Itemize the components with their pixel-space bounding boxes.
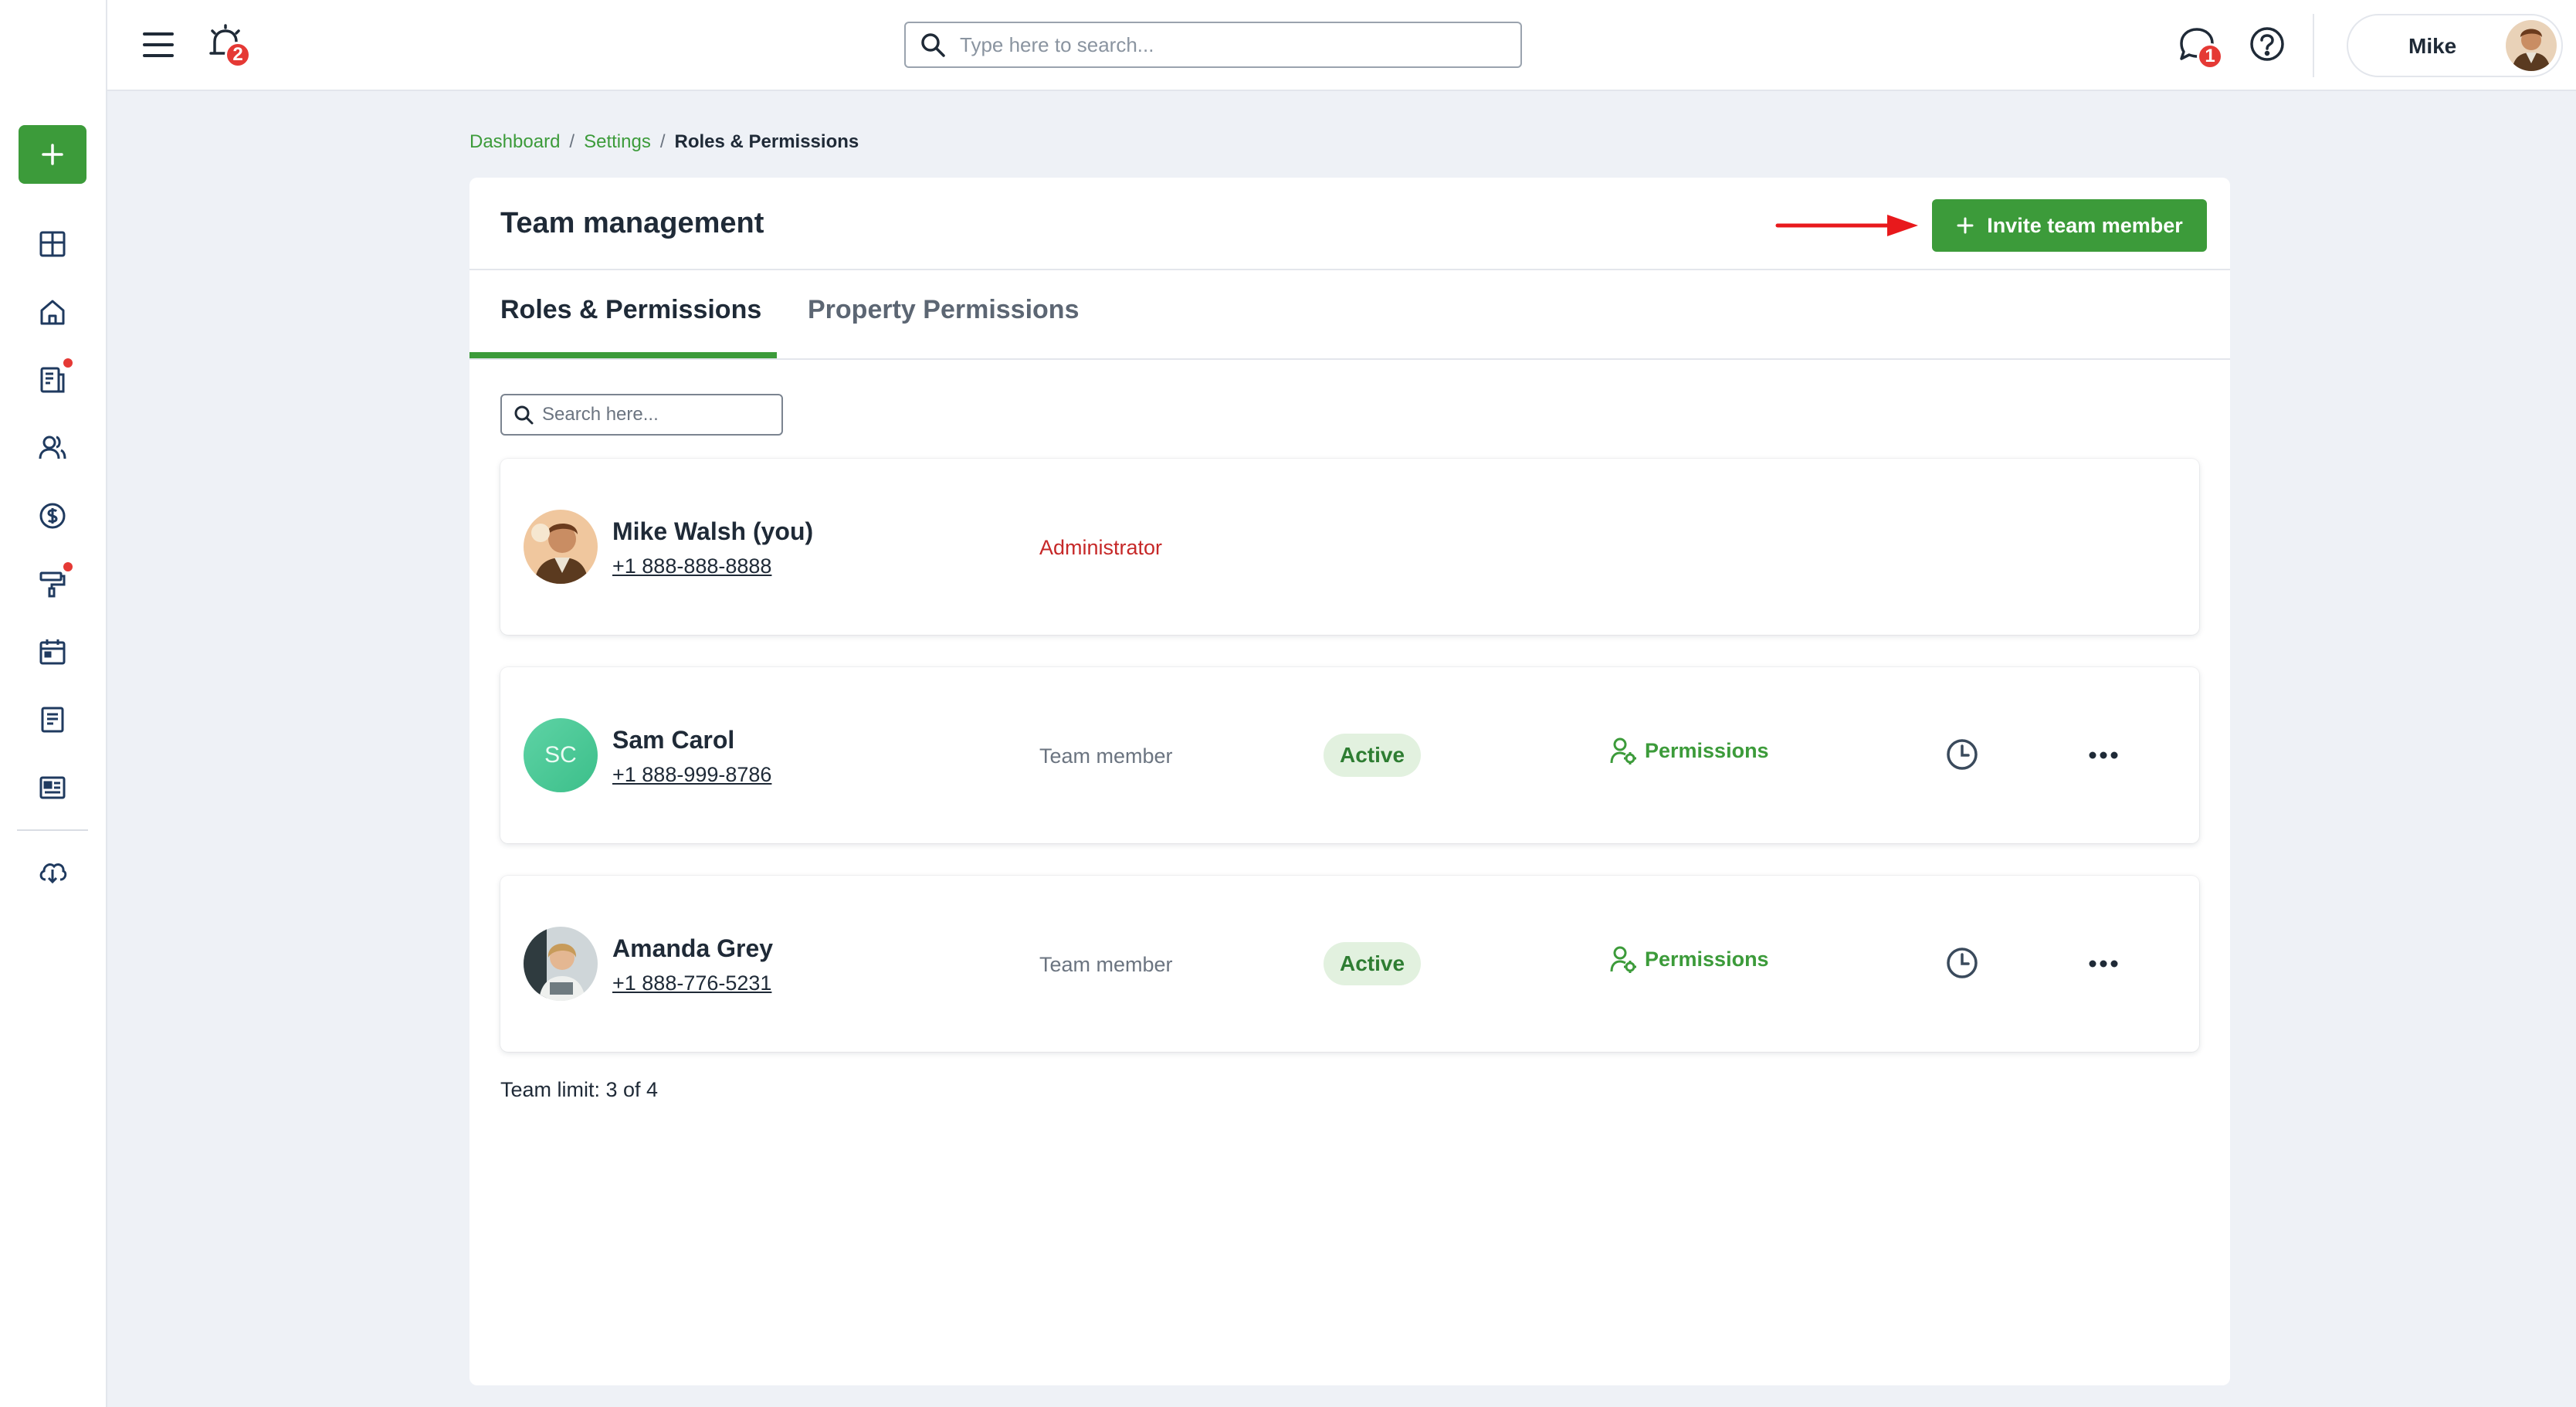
more-actions-button[interactable]	[2086, 948, 2120, 979]
sidebar-item-properties[interactable]	[34, 293, 71, 331]
history-button[interactable]	[1944, 945, 1980, 981]
member-name: Sam Carol	[612, 726, 735, 754]
active-tab-indicator	[469, 352, 777, 358]
history-button[interactable]	[1944, 737, 1980, 772]
breadcrumb-settings[interactable]: Settings	[584, 131, 651, 153]
member-phone-link[interactable]: +1 888-776-5231	[612, 971, 771, 995]
sidebar-item-maintenance[interactable]	[34, 562, 73, 602]
member-phone-link[interactable]: +1 888-999-8786	[612, 763, 771, 787]
user-settings-icon	[1610, 946, 1636, 973]
plus-icon	[1957, 217, 1974, 234]
sidebar	[0, 0, 107, 1407]
red-arrow-annotation	[1775, 215, 1918, 236]
document-icon	[41, 707, 64, 733]
user-avatar	[2506, 20, 2557, 71]
sidebar-item-accounting[interactable]	[34, 497, 71, 534]
sidebar-divider	[17, 829, 88, 831]
sidebar-item-people[interactable]	[34, 429, 71, 466]
search-icon	[514, 405, 534, 425]
avatar	[524, 510, 598, 584]
invite-button-label: Invite team member	[1987, 213, 2183, 237]
report-icon	[40, 367, 65, 393]
tab-property-permissions[interactable]: Property Permissions	[808, 295, 1079, 325]
permissions-link[interactable]: Permissions	[1609, 732, 1769, 769]
member-role: Team member	[1039, 744, 1173, 768]
team-member-row: Mike Walsh (you) +1 888-888-8888 Adminis…	[500, 459, 2199, 635]
team-member-row: Amanda Grey +1 888-776-5231 Team member …	[500, 876, 2199, 1052]
menu-button[interactable]	[141, 28, 175, 62]
maintenance-icon	[39, 571, 66, 598]
sidebar-item-dashboard[interactable]	[34, 225, 71, 263]
tabs-divider	[469, 358, 2230, 360]
global-search-input[interactable]	[960, 32, 1500, 57]
top-bar: 2 1 Mike	[107, 0, 2576, 91]
user-menu[interactable]: Mike	[2347, 14, 2563, 77]
notification-dot	[63, 562, 73, 571]
sidebar-item-listings[interactable]	[34, 769, 71, 806]
breadcrumb-current: Roles & Permissions	[674, 131, 859, 152]
status-badge: Active	[1324, 942, 1421, 985]
user-name: Mike	[2408, 34, 2457, 58]
layout-icon	[39, 231, 66, 257]
dollar-icon	[39, 503, 66, 529]
messages-button[interactable]: 1	[2177, 25, 2223, 70]
member-search[interactable]	[500, 394, 783, 436]
avatar-initials: SC	[524, 718, 598, 792]
plus-icon	[42, 144, 63, 165]
hamburger-icon	[143, 32, 174, 57]
users-icon	[39, 436, 66, 459]
member-role: Team member	[1039, 953, 1173, 976]
sidebar-item-calendar[interactable]	[34, 633, 71, 670]
home-icon	[40, 300, 65, 325]
tab-roles-permissions[interactable]: Roles & Permissions	[500, 295, 761, 325]
member-search-input[interactable]	[542, 404, 781, 425]
messages-badge: 1	[2197, 43, 2223, 70]
more-horizontal-icon	[2089, 960, 2118, 968]
notifications-button[interactable]: 2	[208, 23, 251, 68]
sidebar-item-documents[interactable]	[34, 701, 71, 738]
member-name: Amanda Grey	[612, 934, 774, 962]
add-new-button[interactable]	[19, 125, 86, 184]
notification-dot	[63, 358, 73, 368]
user-settings-icon	[1610, 737, 1636, 765]
more-actions-button[interactable]	[2086, 740, 2120, 771]
sidebar-item-reports[interactable]	[34, 358, 73, 398]
more-horizontal-icon	[2089, 751, 2118, 759]
permissions-label: Permissions	[1645, 947, 1769, 971]
team-member-row: SC Sam Carol +1 888-999-8786 Team member…	[500, 667, 2199, 843]
team-management-card: Team management Invite team member Roles…	[469, 178, 2230, 1385]
top-bar-divider	[2313, 14, 2314, 77]
listing-icon	[39, 776, 66, 799]
status-badge: Active	[1324, 734, 1421, 777]
breadcrumb-separator: /	[659, 131, 666, 152]
page-title: Team management	[500, 207, 764, 239]
help-button[interactable]	[2248, 25, 2288, 65]
avatar	[524, 927, 598, 1001]
breadcrumb: Dashboard / Settings / Roles & Permissio…	[469, 131, 859, 153]
search-icon	[921, 33, 945, 57]
permissions-label: Permissions	[1645, 738, 1769, 762]
breadcrumb-dashboard[interactable]: Dashboard	[469, 131, 560, 153]
header-divider	[469, 269, 2230, 270]
invite-team-member-button[interactable]: Invite team member	[1932, 199, 2207, 252]
member-name: Mike Walsh (you)	[612, 517, 814, 545]
member-role: Administrator	[1039, 536, 1163, 559]
sidebar-item-downloads[interactable]	[34, 853, 71, 890]
clock-icon	[1947, 739, 1978, 770]
breadcrumb-separator: /	[569, 131, 575, 152]
team-limit-text: Team limit: 3 of 4	[500, 1078, 659, 1101]
notifications-badge: 2	[225, 42, 251, 68]
clock-icon	[1947, 948, 1978, 978]
permissions-link[interactable]: Permissions	[1609, 941, 1769, 978]
download-cloud-icon	[39, 863, 67, 884]
calendar-icon	[39, 639, 66, 665]
global-search[interactable]	[904, 22, 1522, 68]
help-icon	[2250, 27, 2284, 61]
member-phone-link[interactable]: +1 888-888-8888	[612, 554, 771, 578]
